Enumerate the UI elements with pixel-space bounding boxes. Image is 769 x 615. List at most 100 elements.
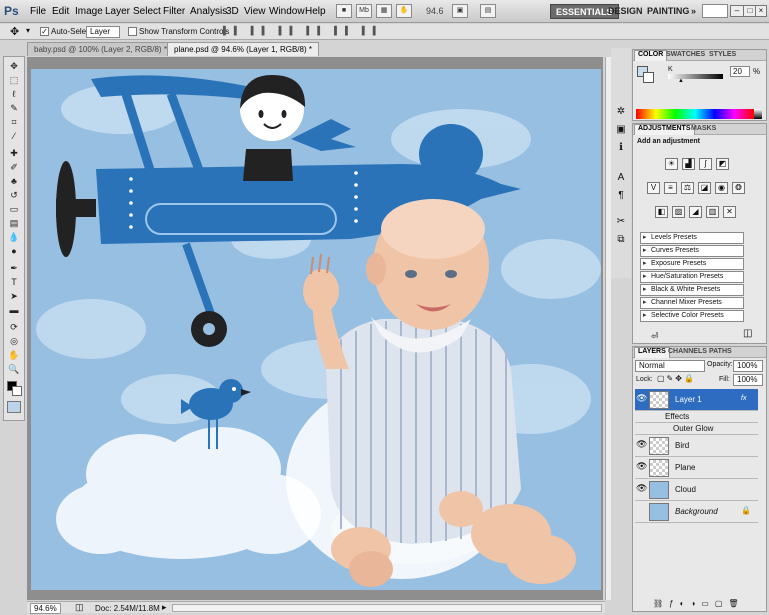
grid-icon[interactable]: ▦	[376, 4, 392, 18]
menu-select[interactable]: Select	[133, 6, 161, 17]
menu-filter[interactable]: Filter	[163, 6, 185, 17]
brush-tool-icon[interactable]: ✐	[7, 161, 21, 173]
blend-mode-dropdown[interactable]: Normal	[635, 360, 705, 372]
eye-icon[interactable]: 👁	[636, 439, 647, 451]
navigator-icon[interactable]: ▣	[614, 124, 628, 136]
layer-row-cloud[interactable]: 👁 Cloud	[635, 479, 758, 501]
tab-plane[interactable]: plane.psd @ 94.6% (Layer 1, RGB/8) *	[167, 42, 319, 56]
menu-3d[interactable]: 3D	[226, 6, 239, 17]
move-tool-icon[interactable]: ✥	[10, 25, 19, 38]
menu-help[interactable]: Help	[305, 6, 326, 17]
layer-row-plane[interactable]: 👁 Plane	[635, 457, 758, 479]
3d-orbit-tool-icon[interactable]: ◎	[7, 335, 21, 347]
tab-masks[interactable]: MASKS	[688, 125, 719, 132]
k-slider[interactable]	[668, 74, 723, 79]
color-spectrum[interactable]	[636, 109, 754, 119]
layer-action-icons[interactable]: ⛓ƒ◐◑▭▢🗑	[653, 599, 745, 608]
quick-mask-icon[interactable]	[7, 401, 21, 413]
black-white-icon[interactable]: ◪	[698, 182, 711, 194]
exposure-icon[interactable]: ◩	[716, 158, 729, 170]
shape-tool-icon[interactable]: ▬	[7, 304, 21, 316]
chevron-down-icon[interactable]: ▾	[26, 26, 30, 35]
layer-row-effects[interactable]: Effects	[635, 411, 758, 423]
workspace-design[interactable]: DESIGN	[603, 4, 648, 19]
eraser-tool-icon[interactable]: ▭	[7, 203, 21, 215]
search-field[interactable]	[702, 4, 728, 18]
history-icon[interactable]: ✲	[614, 106, 628, 118]
k-value-field[interactable]: 20	[730, 66, 750, 77]
preset-hue-saturation[interactable]: Hue/Saturation Presets	[640, 271, 744, 283]
opacity-field[interactable]: 100%	[733, 360, 763, 372]
tab-swatches[interactable]: SWATCHES	[663, 51, 708, 58]
posterize-icon[interactable]: ▨	[672, 206, 685, 218]
color-balance-icon[interactable]: ⚖	[681, 182, 694, 194]
preset-curves[interactable]: Curves Presets	[640, 245, 744, 257]
layer-row-bird[interactable]: 👁 Bird	[635, 435, 758, 457]
3d-rotate-tool-icon[interactable]: ⟳	[7, 321, 21, 333]
background-color-swatch[interactable]	[12, 386, 22, 396]
mini-bridge-icon[interactable]: Mb	[356, 4, 372, 18]
align-icons[interactable]: ▐ ▌ ▐ ▌ ▐ ▌ ▐ ▌ ▐ ▌ ▐ ▌	[220, 26, 600, 38]
info-icon[interactable]: ℹ	[614, 142, 628, 154]
preset-exposure[interactable]: Exposure Presets	[640, 258, 744, 270]
status-menu-icon[interactable]: ▸	[162, 602, 167, 613]
photo-filter-icon[interactable]: ◉	[715, 182, 728, 194]
move-tool-icon[interactable]: ✥	[7, 60, 21, 72]
zoom-tool-icon[interactable]: 🔍	[7, 363, 21, 375]
eye-icon[interactable]: 👁	[636, 393, 647, 405]
clone-source-icon[interactable]: ⧉	[614, 234, 628, 246]
tab-adjustments[interactable]: ADJUSTMENTS	[634, 124, 695, 135]
horizontal-scrollbar[interactable]	[172, 604, 602, 612]
grayscale-ramp[interactable]	[754, 109, 762, 119]
tab-styles[interactable]: STYLES	[706, 51, 739, 58]
tab-paths[interactable]: PATHS	[706, 348, 735, 355]
return-icon[interactable]: ⏎	[651, 331, 659, 342]
fx-badge[interactable]: fx	[741, 395, 746, 402]
selective-color-icon[interactable]: ✕	[723, 206, 736, 218]
curves-icon[interactable]: ∫	[699, 158, 712, 170]
auto-select-checkbox[interactable]: ✓	[40, 27, 49, 36]
crop-tool-icon[interactable]: ⌗	[7, 116, 21, 128]
slider-thumb[interactable]: ▲	[678, 78, 684, 84]
marquee-tool-icon[interactable]: ⬚	[7, 74, 21, 86]
threshold-icon[interactable]: ◢	[689, 206, 702, 218]
channel-mixer-icon[interactable]: ❂	[732, 182, 745, 194]
document-canvas[interactable]	[31, 69, 601, 590]
hand-tool-icon[interactable]: ✋	[7, 349, 21, 361]
menu-image[interactable]: Image	[75, 6, 103, 17]
close-button[interactable]: ×	[755, 5, 767, 17]
levels-icon[interactable]: ▟	[682, 158, 695, 170]
tab-baby[interactable]: baby.psd @ 100% (Layer 2, RGB/8) *	[27, 42, 174, 56]
healing-tool-icon[interactable]: ✚	[7, 147, 21, 159]
menu-view[interactable]: View	[244, 6, 266, 17]
paragraph-icon[interactable]: ¶	[614, 190, 628, 202]
zoom-readout[interactable]: 94.6	[426, 6, 444, 16]
history-brush-tool-icon[interactable]: ↺	[7, 189, 21, 201]
background-swatch[interactable]	[643, 72, 654, 83]
hue-saturation-icon[interactable]: ≡	[664, 182, 677, 194]
eye-icon[interactable]: 👁	[636, 461, 647, 473]
eye-icon[interactable]: 👁	[636, 483, 647, 495]
menu-file[interactable]: File	[30, 6, 46, 17]
blur-tool-icon[interactable]: 💧	[7, 231, 21, 243]
preset-black-white[interactable]: Black & White Presets	[640, 284, 744, 296]
lock-icons[interactable]: ▢✎✥🔒	[657, 374, 696, 383]
path-select-tool-icon[interactable]: ➤	[7, 290, 21, 302]
screen-mode-icon[interactable]: ▣	[452, 4, 468, 18]
character-icon[interactable]: A	[614, 172, 628, 184]
tab-channels[interactable]: CHANNELS	[665, 348, 710, 355]
menu-window[interactable]: Window	[269, 6, 305, 17]
hand-icon[interactable]: ✋	[396, 4, 412, 18]
fill-field[interactable]: 100%	[733, 374, 763, 386]
layer-row-outer-glow[interactable]: Outer Glow	[635, 423, 758, 435]
dodge-tool-icon[interactable]: ●	[7, 245, 21, 257]
clip-icon[interactable]: ◫	[743, 328, 752, 339]
zoom-field[interactable]: 94.6%	[30, 603, 61, 614]
preset-selective-color[interactable]: Selective Color Presets	[640, 310, 744, 322]
show-transform-checkbox[interactable]	[128, 27, 137, 36]
menu-layer[interactable]: Layer	[105, 6, 130, 17]
pen-tool-icon[interactable]: ✒	[7, 262, 21, 274]
lasso-tool-icon[interactable]: ℓ	[7, 88, 21, 100]
menu-analysis[interactable]: Analysis	[190, 6, 227, 17]
tools-icon[interactable]: ✂	[614, 216, 628, 228]
